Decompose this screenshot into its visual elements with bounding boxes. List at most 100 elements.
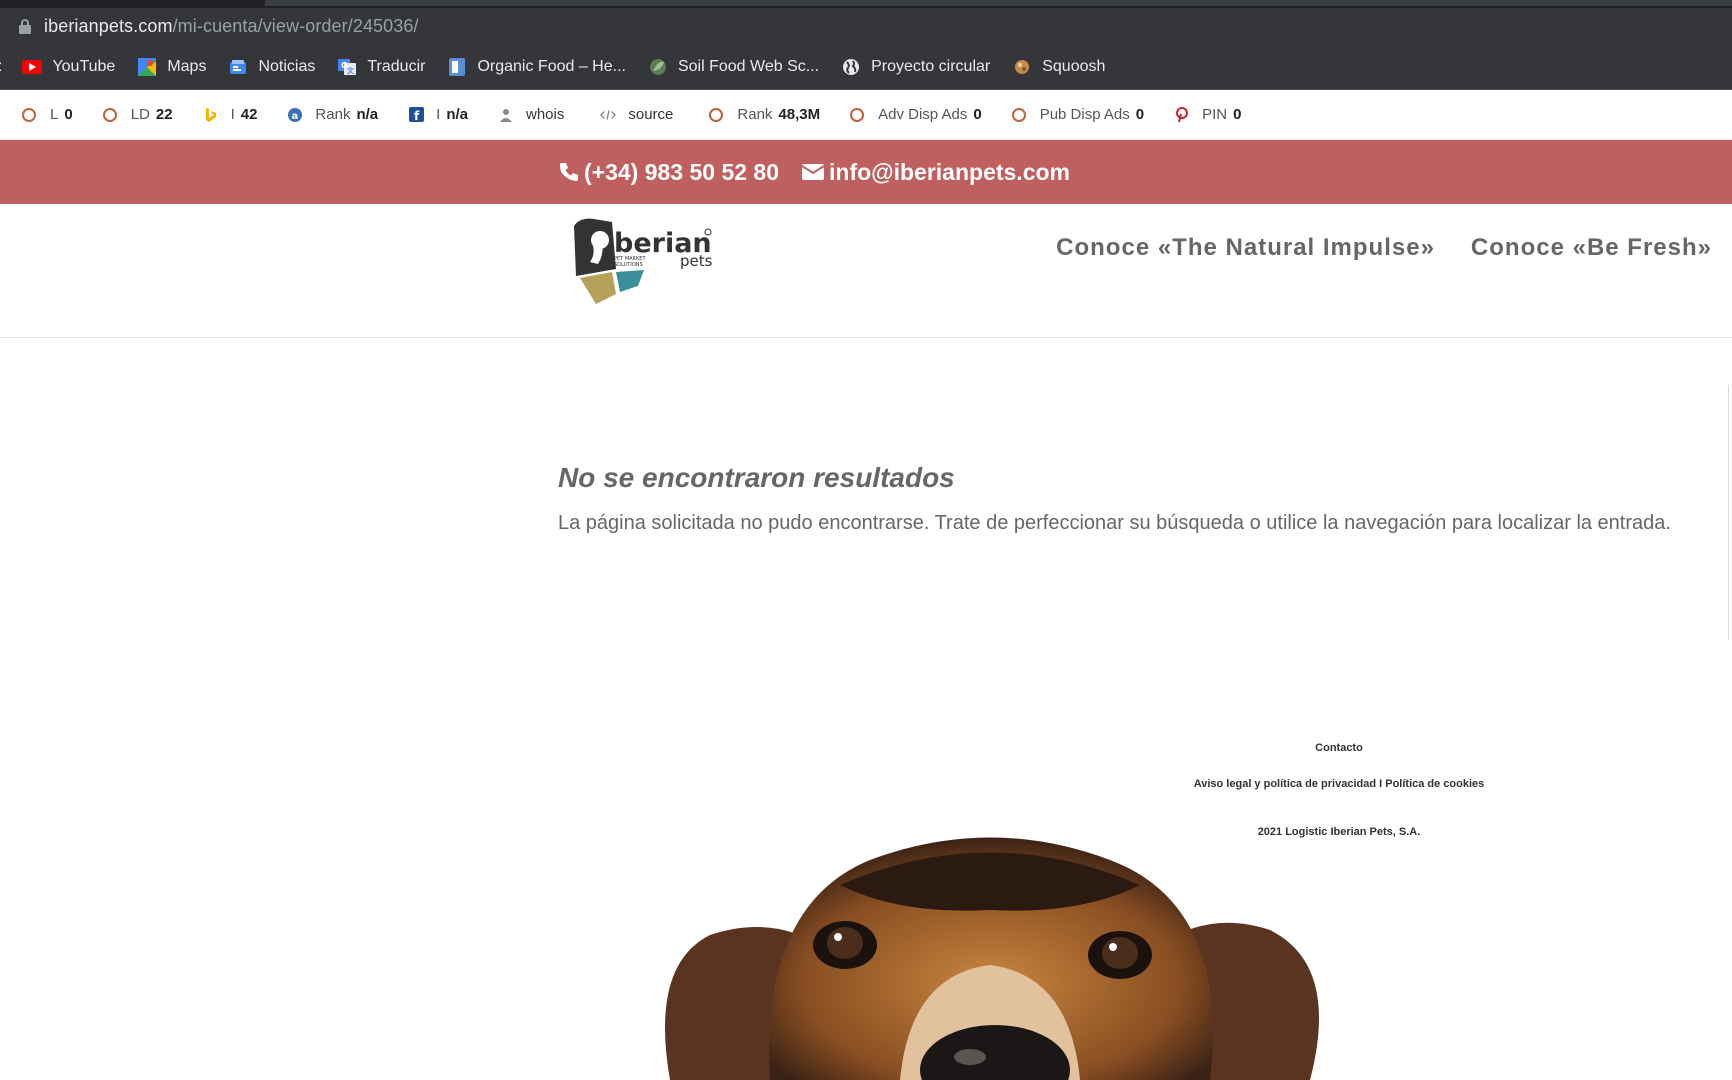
seo-value: 0: [1135, 106, 1145, 123]
svg-text:文: 文: [347, 66, 355, 75]
seo-item-adv-disp-ads[interactable]: Adv Disp Ads 0: [850, 106, 982, 123]
not-found-message: La página solicitada no pudo encontrarse…: [558, 512, 1671, 534]
seo-item-alexa-rank[interactable]: a Rank n/a: [287, 106, 378, 123]
ring-icon: [102, 107, 117, 122]
bookmark-noticias[interactable]: Noticias: [228, 58, 315, 76]
url-text[interactable]: iberianpets.com/mi-cuenta/view-order/245…: [44, 16, 419, 37]
seo-toolbar: L 0 LD 22 I 42 a Rank n/a f I n/a whois …: [0, 90, 1732, 140]
bookmark-page-icon: [447, 58, 467, 76]
translate-icon: G文: [337, 58, 357, 76]
ring-icon: [709, 107, 724, 122]
seo-label: source: [628, 106, 674, 123]
seo-item-rank[interactable]: Rank 48,3M: [709, 106, 820, 123]
bookmarks-bar: : YouTube Maps Noticias G文 Traducir: [0, 45, 1732, 90]
seo-value: n/a: [446, 106, 468, 123]
ring-icon: [1011, 107, 1026, 122]
leaf-icon: [648, 58, 668, 76]
maps-icon: [137, 58, 157, 76]
bookmark-traducir[interactable]: G文 Traducir: [337, 58, 425, 76]
scroll-divider: [1728, 385, 1729, 640]
bookmark-label: Squoosh: [1042, 58, 1106, 75]
tab-strip-edge: [265, 0, 1732, 6]
seo-label: Adv Disp Ads: [878, 106, 968, 123]
contact-phone[interactable]: (+34) 983 50 52 80: [558, 159, 779, 186]
bookmark-label: Proyecto circular: [871, 58, 991, 75]
bookmark-label: YouTube: [52, 58, 116, 75]
phone-number: (+34) 983 50 52 80: [584, 158, 780, 185]
seo-label: Rank: [737, 106, 773, 123]
seo-item-ld[interactable]: LD 22: [102, 106, 173, 123]
bookmark-label: Noticias: [258, 58, 316, 75]
svg-text:SOLUTIONS: SOLUTIONS: [614, 262, 643, 268]
page: iberianpets.com/mi-cuenta/view-order/245…: [0, 0, 1732, 1080]
seo-item-pin[interactable]: PIN 0: [1174, 106, 1241, 123]
news-icon: [228, 58, 248, 76]
seo-label: LD: [130, 106, 150, 123]
seo-item-source[interactable]: source: [600, 106, 679, 123]
iberian-pets-logo[interactable]: berian pets PET MARKET SOLUTIONS: [566, 214, 716, 309]
bookmark-soil-food-web[interactable]: Soil Food Web Sc...: [648, 58, 819, 76]
seo-item-pub-disp-ads[interactable]: Pub Disp Ads 0: [1011, 106, 1145, 123]
email-address: info@iberianpets.com: [829, 158, 1070, 185]
ring-icon: [22, 107, 36, 122]
contact-bar: (+34) 983 50 52 80 info@iberianpets.com: [0, 140, 1732, 204]
url-host: iberianpets.com: [44, 16, 173, 36]
seo-item-whois[interactable]: whois: [498, 106, 570, 123]
seo-label: whois: [526, 106, 565, 123]
youtube-icon: [22, 60, 43, 74]
seo-item-l[interactable]: L 0: [22, 106, 73, 123]
seo-label: I: [436, 106, 441, 123]
seo-item-facebook[interactable]: f I n/a: [408, 106, 468, 123]
bookmark-label: Organic Food – He...: [477, 58, 626, 75]
user-icon: [498, 107, 514, 123]
seo-label: Pub Disp Ads: [1039, 106, 1130, 123]
bookmark-proyecto-circular[interactable]: Proyecto circular: [841, 58, 990, 76]
seo-value: 42: [240, 106, 258, 123]
browser-url-bar: iberianpets.com/mi-cuenta/view-order/245…: [0, 0, 1732, 45]
seo-value: 22: [155, 106, 173, 123]
seo-value: 0: [973, 106, 982, 123]
footer-contact-link[interactable]: Contacto: [1100, 742, 1578, 754]
lock-icon[interactable]: [18, 18, 32, 35]
seo-value: 0: [1233, 106, 1242, 123]
globe-icon: [841, 58, 861, 76]
contact-email[interactable]: info@iberianpets.com: [801, 159, 1070, 186]
svg-text:f: f: [414, 109, 420, 122]
facebook-icon: f: [408, 107, 424, 123]
nav-natural-impulse[interactable]: Conoce «The Natural Impulse»: [1056, 234, 1435, 262]
seo-label: I: [230, 106, 235, 123]
bookmark-label: Traducir: [367, 58, 426, 75]
bookmark-overflow-edge: :: [0, 58, 2, 76]
seo-label: PIN: [1202, 106, 1228, 123]
bookmark-organic-food[interactable]: Organic Food – He...: [447, 58, 626, 76]
nav-be-fresh[interactable]: Conoce «Be Fresh»: [1471, 234, 1712, 262]
phone-icon: [560, 163, 578, 181]
svg-text:a: a: [292, 111, 299, 122]
bookmark-squoosh[interactable]: Squoosh: [1012, 58, 1105, 76]
seo-value: 0: [64, 106, 73, 123]
seo-item-bing[interactable]: I 42: [203, 106, 258, 123]
page-title: No se encontraron resultados: [558, 462, 955, 493]
url-path: /mi-cuenta/view-order/245036/: [172, 16, 419, 36]
dog-photo: [665, 837, 1319, 1080]
envelope-icon: [801, 164, 825, 180]
bookmark-label: Maps: [167, 58, 207, 75]
bing-icon: [203, 107, 219, 123]
bookmark-label: Soil Food Web Sc...: [677, 58, 820, 75]
seo-label: L: [50, 106, 59, 123]
svg-text:pets: pets: [680, 252, 713, 270]
alexa-icon: a: [287, 107, 303, 123]
address-field[interactable]: iberianpets.com/mi-cuenta/view-order/245…: [0, 8, 1732, 45]
main-nav: Conoce «The Natural Impulse» Conoce «Be …: [1020, 234, 1712, 262]
footer-legal-links[interactable]: Aviso legal y política de privacidad I P…: [1100, 778, 1578, 790]
pinterest-icon: [1174, 106, 1190, 123]
seo-value: n/a: [356, 106, 379, 123]
seo-label: Rank: [315, 106, 351, 123]
site-header: berian pets PET MARKET SOLUTIONS Conoce …: [0, 204, 1732, 338]
bookmark-maps[interactable]: Maps: [137, 58, 206, 76]
ring-icon: [850, 107, 865, 122]
code-icon: [600, 107, 617, 123]
seo-value: 48,3M: [778, 106, 821, 123]
squoosh-icon: [1012, 58, 1032, 76]
bookmark-youtube[interactable]: YouTube: [22, 58, 115, 76]
